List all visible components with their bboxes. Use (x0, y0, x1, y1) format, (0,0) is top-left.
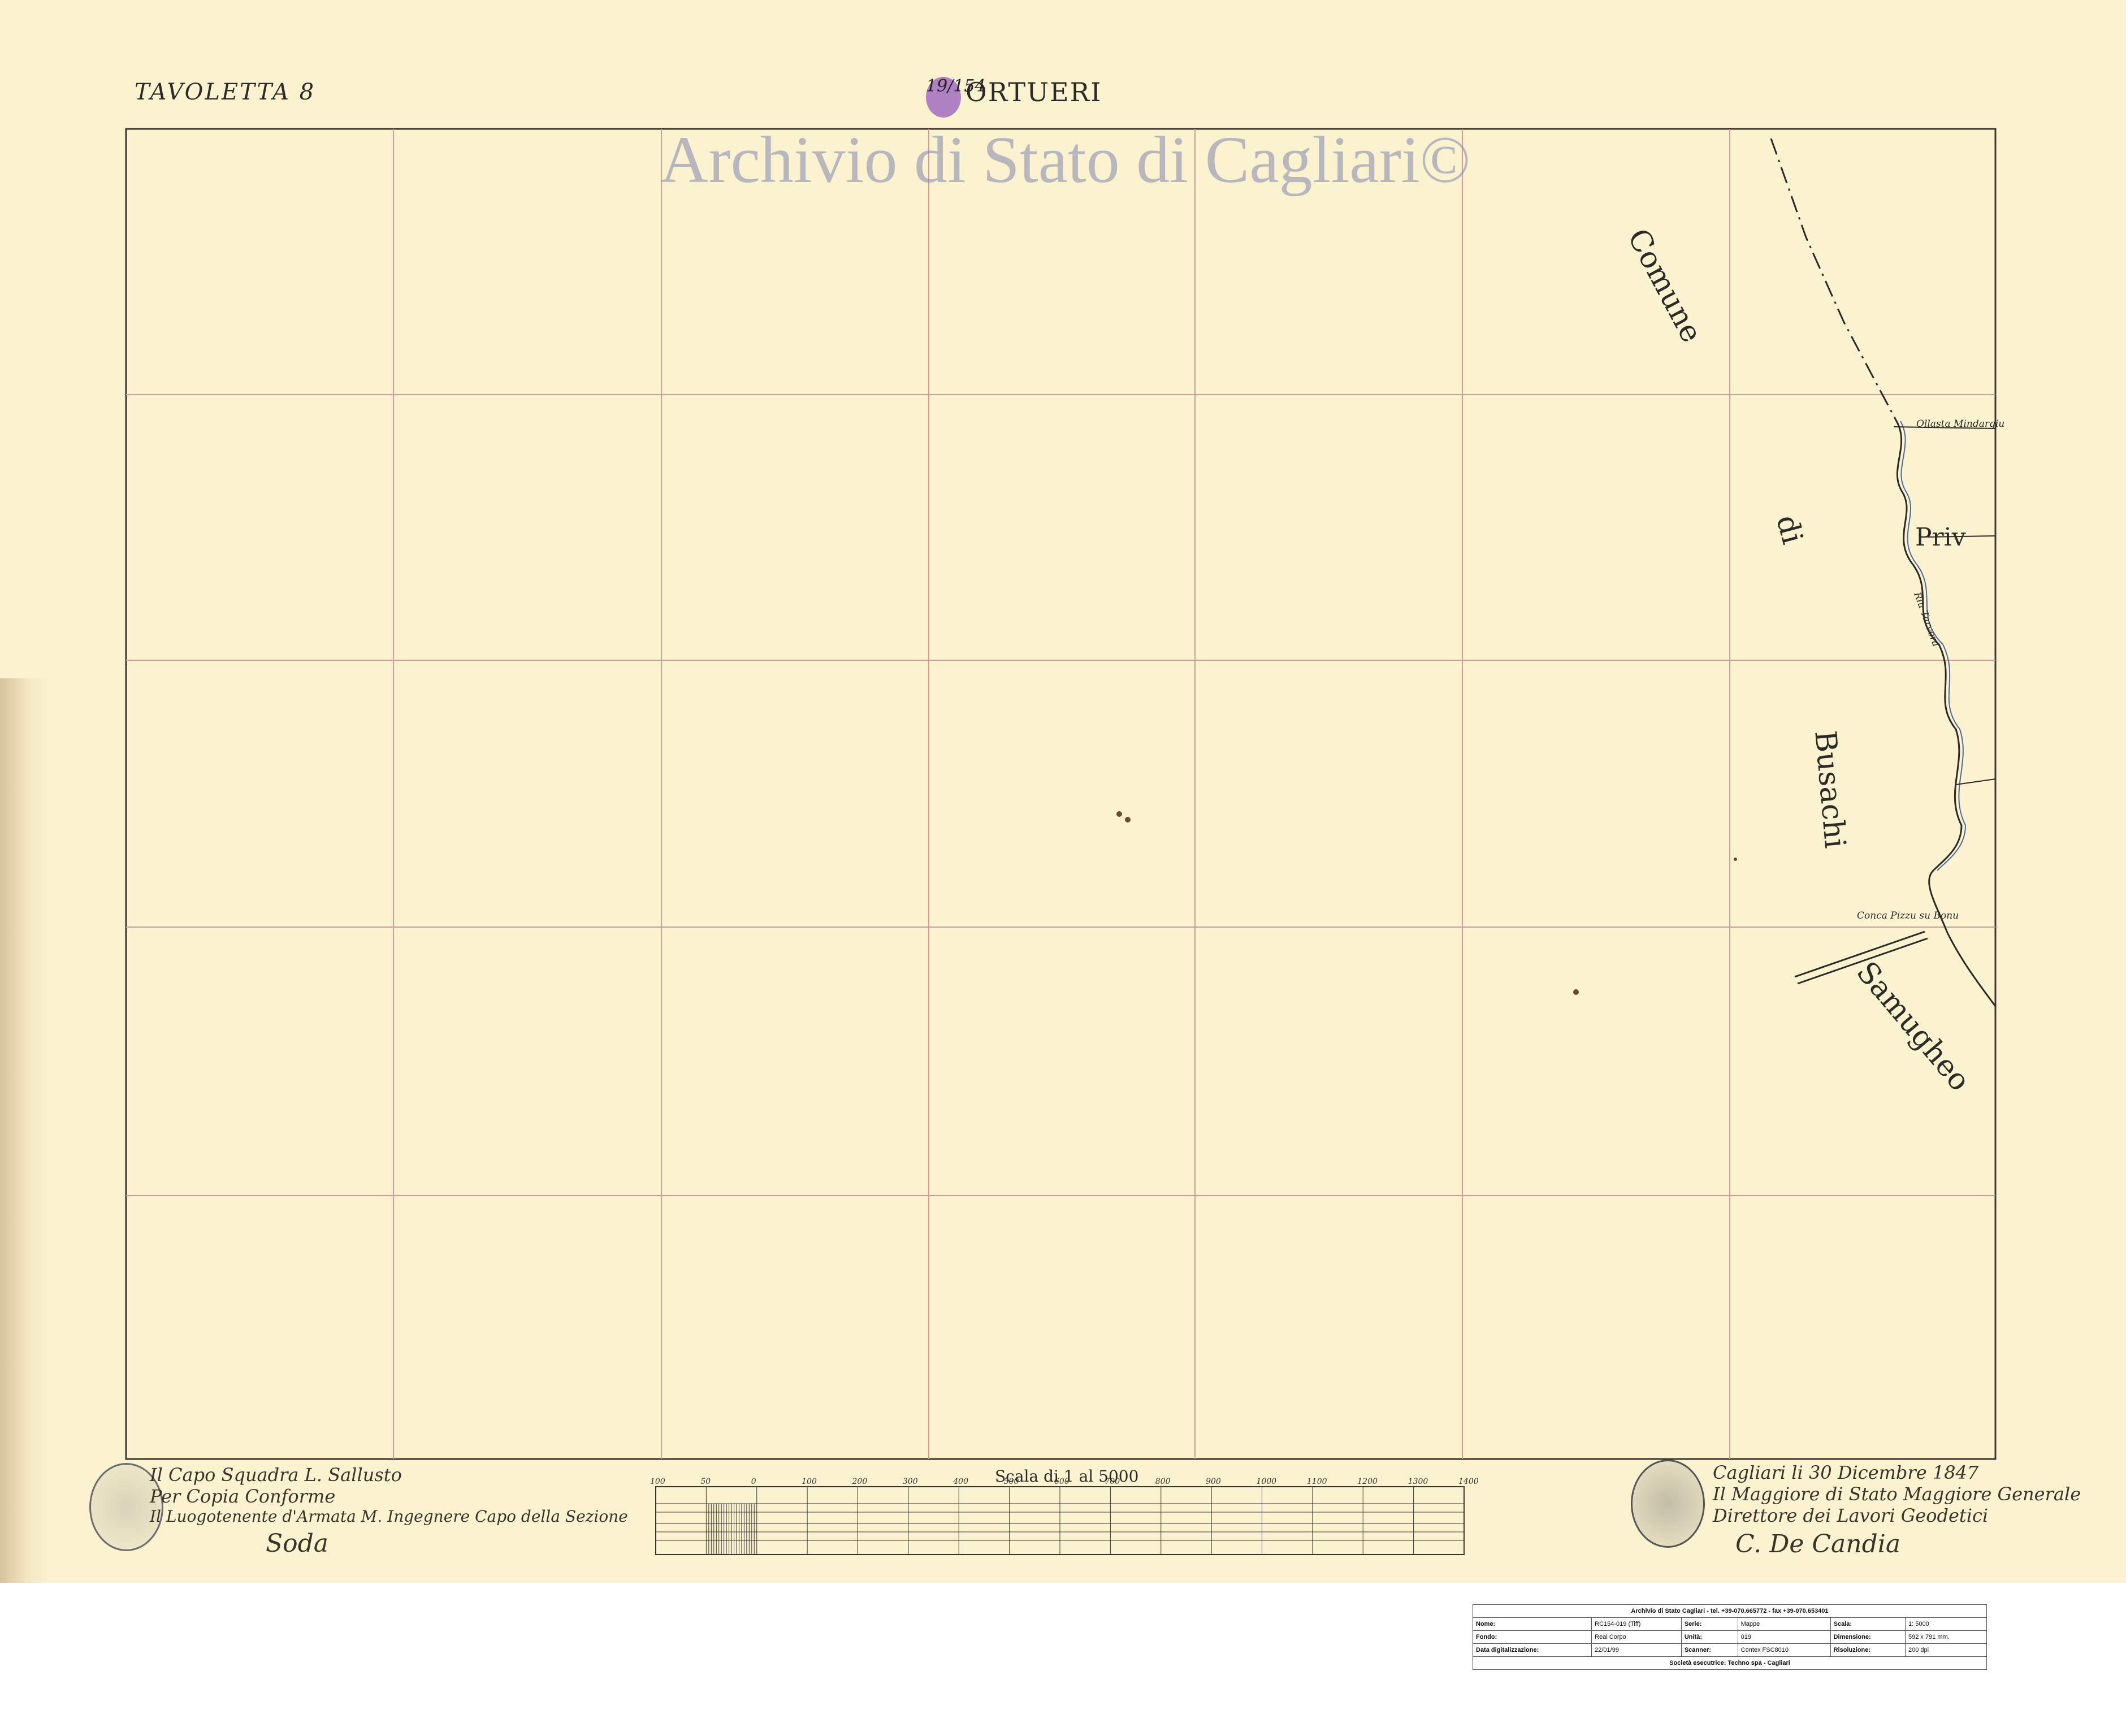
scale-tick-label: 1300 (1408, 1477, 1428, 1486)
map-frame (125, 128, 1997, 1460)
signature-line: Per Copia Conforme (150, 1486, 336, 1507)
scale-tick-label: 300 (903, 1477, 918, 1486)
info-key: Scanner: (1681, 1643, 1738, 1657)
catalog-seal: 19/154 (926, 77, 986, 118)
road-branch (1955, 778, 1996, 785)
table-row: Nome: RC154-019 (Tiff) Serie: Mappe Scal… (1472, 1617, 1988, 1631)
spot (1734, 858, 1737, 861)
map-title: ORTUERI (965, 77, 1102, 107)
info-value: Real Corpo (1591, 1630, 1682, 1644)
spot (1573, 989, 1579, 995)
scale-tick-label: 50 (700, 1477, 711, 1486)
scale-tick-label: 400 (952, 1477, 968, 1486)
signature-line: Cagliari li 30 Dicembre 1847 (1713, 1462, 1979, 1483)
info-value: 200 dpi (1904, 1643, 1988, 1657)
info-header: Archivio di Stato Cagliari - tel. +39-07… (1473, 1604, 1987, 1618)
scale-tick-label: 1100 (1307, 1477, 1327, 1486)
signature-line: Il Luogotenente d'Armata M. Ingegnere Ca… (150, 1507, 628, 1526)
signature-name: C. De Candia (1735, 1530, 1901, 1558)
signature-line: Direttore dei Lavori Geodetici (1713, 1505, 1989, 1526)
info-value: 1: 5000 (1904, 1617, 1988, 1631)
place-label-privo: Priv (1915, 523, 1966, 552)
scale-tick-label: 1000 (1257, 1477, 1277, 1486)
info-value: Contex FSC8010 (1737, 1643, 1831, 1657)
scale-tick-label: 1400 (1458, 1477, 1479, 1486)
info-key: Nome: (1472, 1617, 1592, 1631)
spot (1116, 811, 1122, 817)
info-value: RC154-019 (Tiff) (1591, 1617, 1682, 1631)
info-footer: Società esecutrice: Techno spa - Cagliar… (1473, 1656, 1987, 1670)
grid-lines (126, 129, 1995, 1459)
spot (1125, 817, 1131, 822)
signature-line: Il Capo Squadra L. Sallusto (150, 1464, 402, 1486)
scale-tick-label: 100 (802, 1477, 817, 1486)
signature-line: Il Maggiore di Stato Maggiore Generale (1713, 1483, 2081, 1505)
signature-name: Soda (266, 1529, 329, 1558)
scale-ticks (655, 1487, 1465, 1555)
map-drawing: 100 50 0 100 200 300 400 500 600 700 800 900 1000 110… (125, 128, 1997, 1555)
info-key: Risoluzione: (1830, 1643, 1906, 1657)
info-value: 22/01/99 (1591, 1643, 1682, 1657)
info-key: Scala: (1830, 1617, 1906, 1631)
feature-label-ollastra: Ollasta Mindargiu (1916, 418, 2005, 430)
info-value: 592 x 791 mm. (1904, 1630, 1988, 1644)
scale-tick-label: 900 (1206, 1477, 1221, 1486)
scale-tick-label: 800 (1155, 1477, 1171, 1486)
scale-tick-label: 1200 (1357, 1477, 1378, 1486)
info-value: 019 (1737, 1630, 1831, 1644)
scale-title: Scala di 1 al 5000 (995, 1467, 1139, 1486)
scale-tick-label: 0 (751, 1477, 756, 1486)
info-key: Dimensione: (1830, 1630, 1906, 1644)
scale-tick-label: 100 (650, 1477, 665, 1486)
table-row: Fondo: Real Corpo Unità: 019 Dimensione:… (1472, 1630, 1988, 1644)
info-key: Serie: (1681, 1617, 1738, 1631)
sheet-number: TAVOLETTA 8 (135, 79, 316, 105)
feature-label-conca: Conca Pizzu su Bonu (1857, 910, 1959, 921)
archive-stamp-right (1631, 1460, 1705, 1548)
info-key: Unità: (1681, 1630, 1738, 1644)
info-value: Mappe (1737, 1617, 1831, 1631)
archive-info-table: Archivio di Stato Cagliari - tel. +39-07… (1472, 1604, 1988, 1670)
archive-watermark: Archivio di Stato di Cagliari© (660, 123, 1471, 197)
commune-boundary (1770, 138, 1898, 422)
table-row: Data digitalizzazione: 22/01/99 Scanner:… (1472, 1643, 1988, 1657)
scale-tick-label: 200 (852, 1477, 868, 1486)
info-key: Fondo: (1472, 1630, 1592, 1644)
info-key: Data digitalizzazione: (1472, 1643, 1592, 1657)
